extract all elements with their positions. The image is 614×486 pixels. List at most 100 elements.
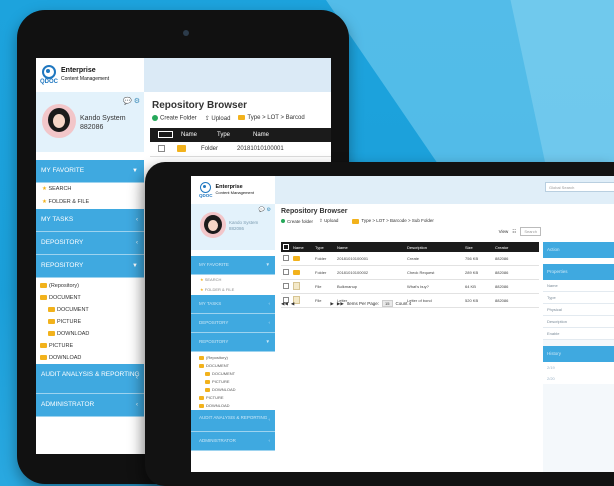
tree-item[interactable]: PICTURE (199, 378, 275, 386)
folder-icon (40, 355, 47, 361)
prev-page-button[interactable]: ◀ (291, 301, 294, 307)
upload-button[interactable]: ⇪ Upload (205, 115, 231, 122)
tree-item[interactable]: PICTURE (40, 340, 144, 352)
column-header[interactable]: Name (337, 245, 407, 250)
avatar[interactable] (42, 104, 76, 138)
folder-icon (199, 403, 204, 408)
row-checkbox[interactable] (281, 283, 293, 290)
chat-icon[interactable]: 💬 ⚙ (259, 207, 271, 213)
column-header[interactable]: Description (407, 245, 465, 250)
column-header[interactable]: Creator (495, 245, 525, 250)
tree-item[interactable]: DOCUMENT (199, 370, 275, 378)
table-row[interactable]: Folder 20181010100001 (150, 142, 331, 157)
table-row[interactable]: Folder 20181010100001 Create 756 KB 8820… (281, 252, 539, 266)
tree-item[interactable]: DOWNLOAD (199, 386, 275, 394)
menu-repository[interactable]: REPOSITORY ▼ (36, 255, 144, 278)
tree-item[interactable]: DOWNLOAD (40, 328, 144, 340)
row-name[interactable]: 20181010100001 (237, 146, 284, 152)
action-header[interactable]: Action (543, 242, 614, 258)
row-checkbox[interactable] (281, 255, 293, 262)
upload-icon: ⇪ (204, 116, 210, 122)
menu-administrator[interactable]: ADMINISTRATOR ‹ (191, 432, 275, 451)
logo[interactable]: QDOC Enterprise Content Management (36, 58, 144, 92)
history-item[interactable]: 2/20 (543, 373, 614, 384)
folder-icon (205, 379, 210, 384)
tree-item[interactable]: (Repository) (199, 354, 275, 362)
view-label[interactable]: View (499, 229, 509, 234)
tree-item[interactable]: DOWNLOAD (40, 352, 144, 364)
menu-depository[interactable]: DEPOSITORY ‹ (191, 314, 275, 333)
history-item[interactable]: 2/19 (543, 362, 614, 373)
row-name[interactable]: Bulkmanup (337, 284, 407, 289)
menu-repository[interactable]: REPOSITORY ▼ (191, 333, 275, 352)
chevron-down-icon: ▼ (132, 168, 138, 174)
tree-item[interactable]: PICTURE (40, 316, 144, 328)
row-name[interactable]: 20181010100002 (337, 270, 407, 275)
chevron-icon: ‹ (268, 438, 271, 443)
chevron-icon: ‹ (136, 375, 138, 381)
menu-item-folder-file[interactable]: ★ FOLDER & FILE (36, 196, 144, 209)
item-count: Count 4 (395, 301, 412, 306)
global-search-input[interactable]: Global Search (545, 182, 614, 192)
chat-icon[interactable]: 💬 ⚙ (123, 97, 140, 105)
row-creator: 882086 (495, 256, 509, 261)
upload-button[interactable]: ⇪ Upload (319, 218, 338, 224)
table-row[interactable]: File Bulkmanup What's buy? 64 KB 882086 (281, 280, 539, 294)
property-field: Physical (543, 304, 614, 316)
row-checkbox[interactable] (281, 269, 293, 276)
tree-item[interactable]: DOCUMENT (40, 292, 144, 304)
next-page-button[interactable]: ▶ (330, 301, 333, 307)
column-header[interactable]: Name (245, 132, 269, 138)
file-table: Name Type Name Description Size Creator … (281, 242, 539, 308)
items-per-page-select[interactable]: 15 (382, 300, 393, 307)
column-header[interactable]: Size (465, 245, 495, 250)
menu-my-tasks[interactable]: MY TASKS ‹ (36, 209, 144, 232)
user-info: Kando System 882086 (80, 114, 126, 132)
row-description: Letter of bond (407, 298, 432, 303)
history-header[interactable]: History (543, 346, 614, 362)
column-header[interactable]: Type (209, 132, 245, 138)
select-all-checkbox[interactable] (150, 130, 173, 140)
menu-depository[interactable]: DEPOSITORY ‹ (36, 232, 144, 255)
column-header[interactable]: Type (315, 245, 337, 250)
top-bar: Global Search (275, 176, 614, 204)
chevron-icon: ‹ (136, 240, 138, 246)
menu-audit[interactable]: AUDIT ANALYSIS & REPORTING ‹ (191, 410, 275, 432)
menu-audit[interactable]: AUDIT ANALYSIS & REPORTING ‹ (36, 364, 144, 394)
avatar[interactable] (200, 212, 226, 238)
items-per-page-label: Items Per Page: (346, 301, 380, 306)
menu-my-tasks[interactable]: MY TASKS ‹ (191, 295, 275, 314)
tree-item[interactable]: PICTURE (199, 394, 275, 402)
last-page-button[interactable]: ▶▶ (337, 301, 344, 307)
tree-item[interactable]: DOCUMENT (40, 304, 144, 316)
view-search-input[interactable]: Search (520, 227, 541, 236)
menu-administrator[interactable]: ADMINISTRATOR ‹ (36, 394, 144, 417)
row-checkbox[interactable] (150, 144, 165, 154)
folder-icon (352, 218, 360, 224)
menu-my-favorite[interactable]: MY FAVORITE ▼ (36, 160, 144, 183)
tree-item[interactable]: DOWNLOAD (199, 402, 275, 410)
sidebar: QDOC Enterprise Content Management 💬 ⚙ K… (191, 176, 275, 472)
folder-icon (205, 371, 210, 376)
row-creator: 882086 (495, 298, 509, 303)
user-info: Kando System 882086 (229, 220, 258, 232)
tree-item[interactable]: DOCUMENT (199, 362, 275, 370)
menu-item-search[interactable]: ★ SEARCH (36, 183, 144, 196)
table-row[interactable]: Folder 20181010100002 Check Request 289 … (281, 266, 539, 280)
first-page-button[interactable]: ◀◀ (281, 301, 288, 307)
properties-header[interactable]: Properties (543, 264, 614, 280)
menu-item-search[interactable]: ★ SEARCH (191, 275, 275, 285)
menu-item-folder-file[interactable]: ★ FOLDER & FILE (191, 285, 275, 295)
create-folder-button[interactable]: Create folder (281, 219, 313, 224)
grid-view-icon[interactable]: ☷ (512, 229, 516, 235)
row-type: Folder (315, 256, 327, 261)
select-all-checkbox[interactable] (281, 243, 293, 251)
create-folder-button[interactable]: Create Folder (152, 115, 197, 122)
column-header[interactable]: Name (173, 132, 209, 138)
column-header[interactable]: Name (293, 245, 315, 250)
logo[interactable]: QDOC Enterprise Content Management (191, 176, 275, 204)
row-creator: 882086 (495, 270, 509, 275)
tree-item[interactable]: (Repository) (40, 280, 144, 292)
menu-my-favorite[interactable]: MY FAVORITE ▼ (191, 256, 275, 275)
row-name[interactable]: 20181010100001 (337, 256, 407, 261)
